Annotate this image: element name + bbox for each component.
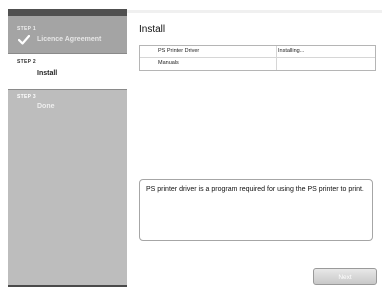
description-text: PS printer driver is a program required … — [146, 186, 364, 193]
component-list: PS Printer Driver Installing... Manuals — [139, 45, 376, 71]
step-number: STEP 3 — [17, 94, 36, 100]
step-label: Install — [37, 70, 58, 77]
sidebar-bottom-bar — [8, 285, 127, 287]
step-label: Licence Agreement — [37, 36, 102, 43]
installer-window: STEP 1 Licence Agreement STEP 2 Install … — [0, 0, 382, 289]
component-name: PS Printer Driver — [158, 48, 200, 54]
page-title: Install — [139, 24, 166, 35]
list-item: PS Printer Driver Installing... — [140, 46, 375, 58]
sidebar-step-done: STEP 3 Done — [8, 89, 127, 119]
list-item: Manuals — [140, 58, 375, 69]
steps-sidebar: STEP 1 Licence Agreement STEP 2 Install … — [8, 16, 127, 285]
description-box: PS printer driver is a program required … — [139, 179, 373, 241]
step-number: STEP 2 — [17, 59, 36, 65]
next-button[interactable]: Next — [313, 268, 377, 285]
step-label: Done — [37, 103, 55, 110]
sidebar-step-licence-agreement: STEP 1 Licence Agreement — [8, 16, 127, 53]
component-name: Manuals — [158, 60, 179, 66]
sidebar-step-install: STEP 2 Install — [8, 53, 127, 90]
check-icon — [18, 35, 30, 45]
header-bar — [8, 9, 127, 16]
step-number: STEP 1 — [17, 26, 36, 32]
header-divider — [127, 10, 382, 13]
component-status: Installing... — [278, 48, 305, 54]
